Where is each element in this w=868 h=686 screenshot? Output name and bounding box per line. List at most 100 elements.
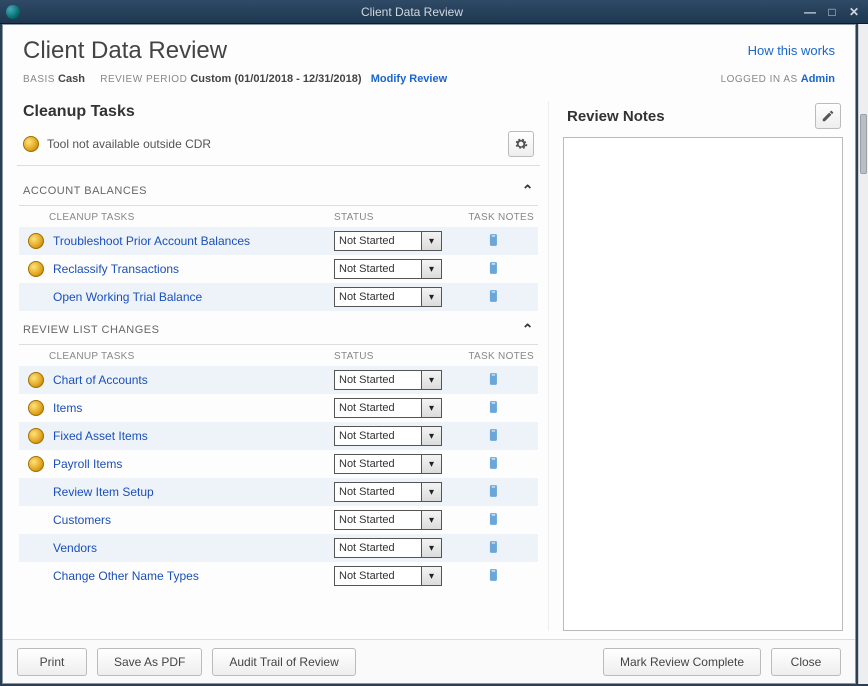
chevron-down-icon: ▾ <box>421 539 441 557</box>
task-link[interactable]: Items <box>49 401 334 415</box>
task-link[interactable]: Review Item Setup <box>49 485 334 499</box>
task-note-button[interactable] <box>487 567 501 586</box>
chevron-up-icon: ⌃ <box>522 321 534 338</box>
close-window-button[interactable]: ✕ <box>846 5 862 19</box>
task-row: Open Working Trial BalanceNot Started▾ <box>19 283 538 311</box>
status-dropdown[interactable]: Not Started▾ <box>334 510 442 530</box>
maximize-button[interactable]: □ <box>824 5 840 19</box>
status-dropdown[interactable]: Not Started▾ <box>334 426 442 446</box>
task-link[interactable]: Chart of Accounts <box>49 373 334 387</box>
gear-icon <box>514 137 528 151</box>
status-dropdown[interactable]: Not Started▾ <box>334 482 442 502</box>
period-value: Custom (01/01/2018 - 12/31/2018) <box>190 73 361 85</box>
how-this-works-link[interactable]: How this works <box>748 43 835 58</box>
task-note-button[interactable] <box>487 288 501 307</box>
mark-complete-button[interactable]: Mark Review Complete <box>603 648 761 676</box>
task-link[interactable]: Reclassify Transactions <box>49 262 334 276</box>
task-row: CustomersNot Started▾ <box>19 506 538 534</box>
task-row: Troubleshoot Prior Account BalancesNot S… <box>19 227 538 255</box>
task-link[interactable]: Payroll Items <box>49 457 334 471</box>
status-dropdown[interactable]: Not Started▾ <box>334 566 442 586</box>
coin-icon <box>28 456 44 472</box>
task-note-button[interactable] <box>487 232 501 251</box>
task-note-button[interactable] <box>487 455 501 474</box>
group-header[interactable]: ACCOUNT BALANCES⌃ <box>19 172 538 206</box>
task-note-button[interactable] <box>487 511 501 530</box>
task-row: Payroll ItemsNot Started▾ <box>19 450 538 478</box>
chevron-down-icon: ▾ <box>421 371 441 389</box>
status-dropdown[interactable]: Not Started▾ <box>334 538 442 558</box>
logged-in-user-link[interactable]: Admin <box>801 73 835 85</box>
cleanup-tasks-title: Cleanup Tasks <box>17 101 540 129</box>
review-notes-body[interactable] <box>563 137 843 631</box>
task-note-button[interactable] <box>487 427 501 446</box>
chevron-down-icon: ▾ <box>421 483 441 501</box>
status-dropdown[interactable]: Not Started▾ <box>334 287 442 307</box>
modify-review-link[interactable]: Modify Review <box>371 73 447 85</box>
status-dropdown[interactable]: Not Started▾ <box>334 398 442 418</box>
basis-label: BASIS <box>23 74 55 85</box>
chevron-up-icon: ⌃ <box>522 182 534 199</box>
task-row: Fixed Asset ItemsNot Started▾ <box>19 422 538 450</box>
group-header[interactable]: REVIEW LIST CHANGES⌃ <box>19 311 538 345</box>
chevron-down-icon: ▾ <box>421 232 441 250</box>
chevron-down-icon: ▾ <box>421 511 441 529</box>
coin-icon <box>28 261 44 277</box>
status-dropdown[interactable]: Not Started▾ <box>334 370 442 390</box>
coin-icon <box>28 428 44 444</box>
chevron-down-icon: ▾ <box>421 427 441 445</box>
page-title: Client Data Review <box>23 37 835 65</box>
chevron-down-icon: ▾ <box>421 288 441 306</box>
task-link[interactable]: Change Other Name Types <box>49 569 334 583</box>
period-label: REVIEW PERIOD <box>100 74 187 85</box>
task-row: Chart of AccountsNot Started▾ <box>19 366 538 394</box>
task-row: ItemsNot Started▾ <box>19 394 538 422</box>
audit-trail-button[interactable]: Audit Trail of Review <box>212 648 355 676</box>
titlebar[interactable]: Client Data Review — □ ✕ <box>0 0 868 24</box>
coin-icon <box>23 136 39 152</box>
task-link[interactable]: Open Working Trial Balance <box>49 290 334 304</box>
task-note-button[interactable] <box>487 371 501 390</box>
button-bar: Print Save As PDF Audit Trail of Review … <box>3 639 855 683</box>
chevron-down-icon: ▾ <box>421 399 441 417</box>
print-button[interactable]: Print <box>17 648 87 676</box>
task-row: Change Other Name TypesNot Started▾ <box>19 562 538 590</box>
save-pdf-button[interactable]: Save As PDF <box>97 648 202 676</box>
task-row: Reclassify TransactionsNot Started▾ <box>19 255 538 283</box>
group-label: ACCOUNT BALANCES <box>23 185 522 197</box>
chevron-down-icon: ▾ <box>421 455 441 473</box>
status-dropdown[interactable]: Not Started▾ <box>334 231 442 251</box>
task-note-button[interactable] <box>487 483 501 502</box>
status-dropdown[interactable]: Not Started▾ <box>334 259 442 279</box>
basis-value: Cash <box>58 73 85 85</box>
outer-scrollbar[interactable] <box>858 24 868 684</box>
minimize-button[interactable]: — <box>802 5 818 19</box>
meta-row: BASIS Cash REVIEW PERIOD Custom (01/01/2… <box>3 69 855 93</box>
task-link[interactable]: Fixed Asset Items <box>49 429 334 443</box>
window-title: Client Data Review <box>28 5 796 19</box>
task-note-button[interactable] <box>487 260 501 279</box>
coin-icon <box>28 400 44 416</box>
group-label: REVIEW LIST CHANGES <box>23 324 522 336</box>
chevron-down-icon: ▾ <box>421 567 441 585</box>
task-link[interactable]: Customers <box>49 513 334 527</box>
task-note-button[interactable] <box>487 399 501 418</box>
edit-notes-button[interactable] <box>815 103 841 129</box>
task-note-button[interactable] <box>487 539 501 558</box>
coin-icon <box>28 233 44 249</box>
task-link[interactable]: Troubleshoot Prior Account Balances <box>49 234 334 248</box>
pencil-icon <box>821 109 835 123</box>
task-link[interactable]: Vendors <box>49 541 334 555</box>
review-notes-title: Review Notes <box>567 108 815 125</box>
logged-in-label: LOGGED IN AS <box>721 74 798 85</box>
chevron-down-icon: ▾ <box>421 260 441 278</box>
status-dropdown[interactable]: Not Started▾ <box>334 454 442 474</box>
gear-button[interactable] <box>508 131 534 157</box>
task-row: Review Item SetupNot Started▾ <box>19 478 538 506</box>
coin-icon <box>28 372 44 388</box>
column-headers: CLEANUP TASKSSTATUSTASK NOTES <box>19 206 538 227</box>
column-headers: CLEANUP TASKSSTATUSTASK NOTES <box>19 345 538 366</box>
tasks-scroll[interactable]: ACCOUNT BALANCES⌃CLEANUP TASKSSTATUSTASK… <box>17 166 540 631</box>
scrollbar-thumb[interactable] <box>860 114 867 174</box>
close-button[interactable]: Close <box>771 648 841 676</box>
